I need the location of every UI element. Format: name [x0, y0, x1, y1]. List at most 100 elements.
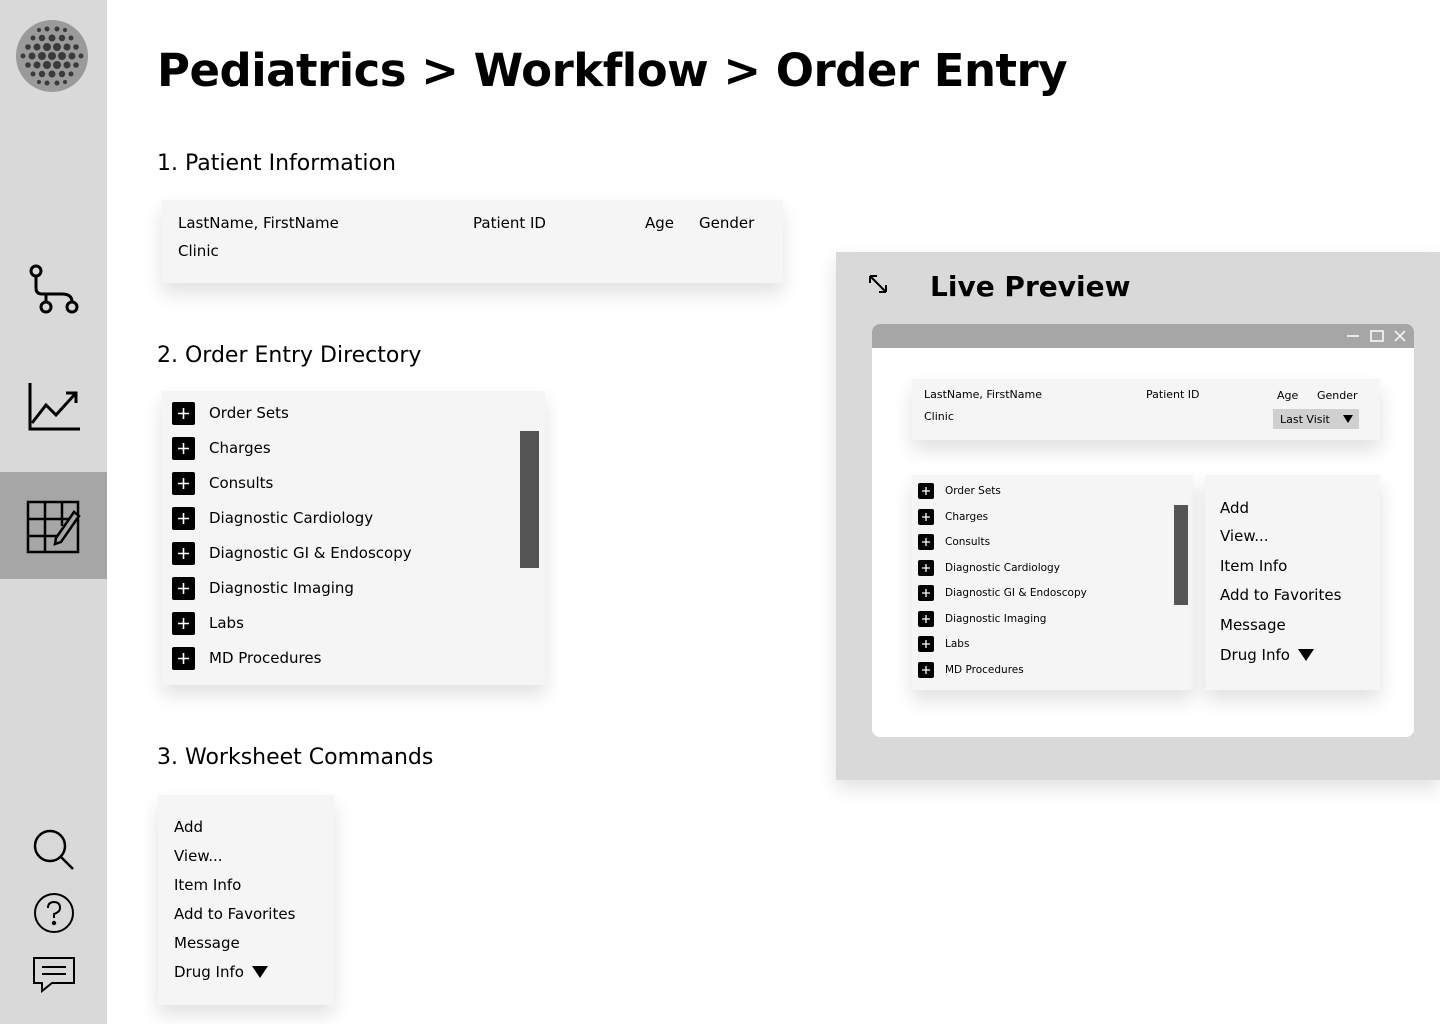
- help-button[interactable]: [0, 885, 107, 941]
- order-grid-edit-icon: [26, 498, 82, 554]
- commands-heading: 3. Worksheet Commands: [157, 745, 434, 770]
- list-item[interactable]: Consults: [918, 534, 990, 550]
- last-visit-value: Last Visit: [1280, 412, 1330, 426]
- chat-icon: [32, 955, 76, 993]
- expand-plus-icon[interactable]: [918, 560, 934, 576]
- expand-plus-icon[interactable]: [172, 471, 195, 495]
- sidebar: [0, 0, 107, 1024]
- close-icon[interactable]: [1392, 328, 1408, 344]
- expand-plus-icon[interactable]: [918, 636, 934, 652]
- menu-item-add-to-favorites[interactable]: Add to Favorites: [1220, 586, 1341, 604]
- caret-down-icon: [251, 966, 268, 978]
- list-item[interactable]: Labs: [172, 611, 244, 635]
- list-item[interactable]: Order Sets: [918, 483, 1001, 499]
- patient-name-label: LastName, FirstName: [178, 214, 339, 232]
- caret-down-icon: [1297, 649, 1314, 661]
- list-item-label: Diagnostic GI & Endoscopy: [945, 587, 1087, 599]
- expand-plus-icon[interactable]: [918, 662, 934, 678]
- expand-plus-icon[interactable]: [172, 576, 195, 600]
- expand-plus-icon[interactable]: [172, 401, 195, 425]
- list-item[interactable]: Charges: [918, 509, 988, 525]
- directory-heading: 2. Order Entry Directory: [157, 343, 422, 368]
- menu-item-label: Drug Info: [1220, 646, 1290, 664]
- list-item[interactable]: Diagnostic Cardiology: [918, 560, 1060, 576]
- list-item[interactable]: Diagnostic Imaging: [918, 611, 1046, 627]
- preview-window: LastName, FirstName Patient ID Age Gende…: [872, 324, 1414, 737]
- list-item-label: Consults: [945, 536, 991, 548]
- menu-item-label: Drug Info: [174, 963, 244, 981]
- analytics-chart-icon: [26, 379, 82, 435]
- preview-directory-scrollbar[interactable]: [1174, 505, 1188, 605]
- expand-plus-icon[interactable]: [172, 541, 195, 565]
- patient-age-label: Age: [645, 214, 675, 232]
- list-item[interactable]: MD Procedures: [918, 662, 1024, 678]
- list-item[interactable]: Charges: [172, 436, 271, 460]
- patient-id-label: Patient ID: [1146, 388, 1200, 401]
- sidebar-item-analytics[interactable]: [0, 353, 107, 460]
- list-item[interactable]: Diagnostic Imaging: [172, 576, 354, 600]
- list-item[interactable]: Order Sets: [172, 401, 289, 425]
- list-item-label: Order Sets: [209, 404, 289, 422]
- preview-commands-menu: Add View... Item Info Add to Favorites M…: [1205, 475, 1380, 690]
- expand-plus-icon[interactable]: [172, 611, 195, 635]
- patient-gender-label: Gender: [699, 214, 755, 232]
- maximize-icon[interactable]: [1369, 328, 1385, 344]
- live-preview-title: Live Preview: [930, 270, 1131, 303]
- expand-plus-icon[interactable]: [918, 534, 934, 550]
- patient-clinic-label: Clinic: [924, 410, 954, 423]
- expand-icon[interactable]: [866, 272, 890, 296]
- list-item-label: MD Procedures: [209, 649, 322, 667]
- list-item-label: Order Sets: [945, 485, 1001, 497]
- list-item-label: Labs: [945, 638, 970, 650]
- list-item[interactable]: Diagnostic Cardiology: [172, 506, 373, 530]
- list-item-label: Charges: [945, 511, 989, 523]
- workflow-icon: [26, 262, 82, 318]
- list-item[interactable]: MD Procedures: [172, 646, 321, 670]
- list-item[interactable]: Consults: [172, 471, 273, 495]
- list-item[interactable]: Diagnostic GI & Endoscopy: [918, 585, 1087, 601]
- preview-window-titlebar: [872, 324, 1414, 348]
- menu-item-drug-info[interactable]: Drug Info: [1220, 646, 1314, 664]
- menu-item-add[interactable]: Add: [174, 818, 203, 836]
- worksheet-commands-menu: Add View... Item Info Add to Favorites M…: [158, 795, 334, 1005]
- patient-info-heading: 1. Patient Information: [157, 151, 396, 176]
- minimize-icon[interactable]: [1345, 328, 1361, 344]
- chat-button[interactable]: [0, 946, 107, 1002]
- order-directory-list: Order Sets Charges Consults Diagnostic C…: [162, 391, 545, 685]
- menu-item-add-to-favorites[interactable]: Add to Favorites: [174, 905, 295, 923]
- list-item-label: Charges: [209, 439, 271, 457]
- chevron-down-icon: [1343, 415, 1353, 423]
- menu-item-item-info[interactable]: Item Info: [1220, 557, 1287, 575]
- sidebar-item-order-entry[interactable]: [0, 472, 107, 579]
- menu-item-message[interactable]: Message: [1220, 616, 1286, 634]
- preview-patient-card: LastName, FirstName Patient ID Age Gende…: [912, 379, 1380, 440]
- patient-age-label: Age: [1277, 389, 1299, 402]
- patient-clinic-label: Clinic: [178, 242, 219, 260]
- list-item-label: Diagnostic Imaging: [945, 613, 1047, 625]
- menu-item-view[interactable]: View...: [174, 847, 223, 865]
- list-item[interactable]: Labs: [918, 636, 969, 652]
- menu-item-drug-info[interactable]: Drug Info: [174, 963, 268, 981]
- list-item-label: Diagnostic GI & Endoscopy: [209, 544, 412, 562]
- search-icon: [32, 828, 76, 872]
- patient-name-label: LastName, FirstName: [924, 388, 1042, 401]
- menu-item-message[interactable]: Message: [174, 934, 240, 952]
- last-visit-dropdown[interactable]: Last Visit: [1273, 409, 1359, 429]
- expand-plus-icon[interactable]: [918, 585, 934, 601]
- expand-plus-icon[interactable]: [172, 506, 195, 530]
- menu-item-add[interactable]: Add: [1220, 499, 1249, 517]
- sidebar-item-workflow[interactable]: [0, 236, 107, 343]
- list-item-label: Consults: [209, 474, 274, 492]
- expand-plus-icon[interactable]: [918, 483, 934, 499]
- page-title: Pediatrics > Workflow > Order Entry: [157, 44, 1068, 97]
- expand-plus-icon[interactable]: [918, 509, 934, 525]
- menu-item-item-info[interactable]: Item Info: [174, 876, 241, 894]
- expand-plus-icon[interactable]: [172, 436, 195, 460]
- menu-item-view[interactable]: View...: [1220, 527, 1269, 545]
- list-item-label: Diagnostic Cardiology: [945, 562, 1060, 574]
- expand-plus-icon[interactable]: [172, 646, 195, 670]
- directory-scrollbar[interactable]: [520, 431, 539, 568]
- expand-plus-icon[interactable]: [918, 611, 934, 627]
- list-item[interactable]: Diagnostic GI & Endoscopy: [172, 541, 412, 565]
- patient-gender-label: Gender: [1317, 389, 1358, 402]
